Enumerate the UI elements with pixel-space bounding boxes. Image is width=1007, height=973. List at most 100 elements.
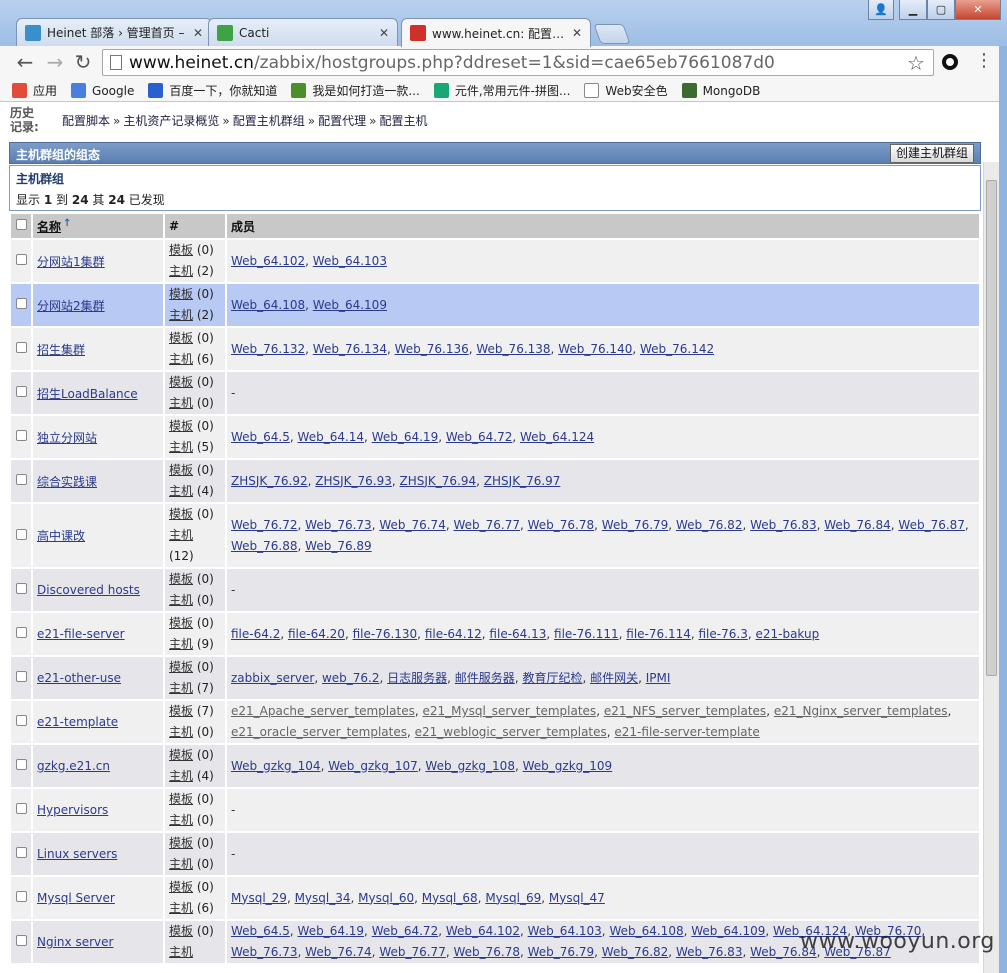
member-link[interactable]: Mysql_34 xyxy=(295,891,351,905)
member-link[interactable]: Web_64.102 xyxy=(446,924,520,938)
host-group-name-link[interactable]: Discovered hosts xyxy=(37,583,140,597)
row-checkbox[interactable] xyxy=(11,613,31,655)
templates-link[interactable]: 模板 xyxy=(169,616,193,630)
templates-link[interactable]: 模板 xyxy=(169,243,193,257)
row-checkbox[interactable] xyxy=(11,745,31,787)
templates-link[interactable]: 模板 xyxy=(169,792,193,806)
member-link[interactable]: 日志服务器 xyxy=(387,671,447,685)
host-group-name-link[interactable]: 分网站2集群 xyxy=(37,299,105,313)
member-link[interactable]: Web_64.5 xyxy=(231,430,290,444)
member-link[interactable]: Web_76.77 xyxy=(453,518,520,532)
member-link[interactable]: Web_76.83 xyxy=(750,518,817,532)
maximize-button[interactable]: ▢ xyxy=(927,0,955,20)
member-link[interactable]: file-76.111 xyxy=(554,627,619,641)
templates-link[interactable]: 模板 xyxy=(169,331,193,345)
hosts-link[interactable]: 主机 xyxy=(169,857,193,871)
member-link[interactable]: e21-bakup xyxy=(755,627,819,641)
create-host-group-button[interactable]: 创建主机群组 xyxy=(889,144,974,163)
templates-link[interactable]: 模板 xyxy=(169,287,193,301)
row-checkbox[interactable] xyxy=(11,877,31,919)
host-group-name-link[interactable]: 独立分网站 xyxy=(37,431,97,445)
tab-heinet[interactable]: Heinet 部落 › 管理首页 – ✕ xyxy=(16,18,212,46)
member-link[interactable]: e21_NFS_server_templates xyxy=(604,704,766,718)
host-group-name-link[interactable]: Linux servers xyxy=(37,847,117,861)
member-link[interactable]: Web_64.5 xyxy=(231,924,290,938)
member-link[interactable]: file-64.13 xyxy=(489,627,546,641)
menu-icon[interactable]: ⋮ xyxy=(975,51,993,71)
member-link[interactable]: Web_76.89 xyxy=(305,539,372,553)
member-link[interactable]: Web_76.136 xyxy=(395,342,469,356)
member-link[interactable]: Web_76.74 xyxy=(379,518,446,532)
member-link[interactable]: file-64.12 xyxy=(425,627,482,641)
hosts-link[interactable]: 主机 xyxy=(169,681,193,695)
member-link[interactable]: Web_gzkg_109 xyxy=(523,759,613,773)
templates-link[interactable]: 模板 xyxy=(169,375,193,389)
member-link[interactable]: ZHSJK_76.92 xyxy=(231,474,308,488)
member-link[interactable]: Web_76.73 xyxy=(305,518,372,532)
templates-link[interactable]: 模板 xyxy=(169,836,193,850)
hosts-link[interactable]: 主机 xyxy=(169,901,193,915)
member-link[interactable]: Web_76.132 xyxy=(231,342,305,356)
hosts-link[interactable]: 主机 xyxy=(169,813,193,827)
column-name-header[interactable]: 名称 ↑ xyxy=(33,214,163,238)
user-icon[interactable]: 👤 xyxy=(868,0,894,20)
row-checkbox[interactable] xyxy=(11,657,31,699)
breadcrumb-link[interactable]: 配置脚本 xyxy=(62,114,110,128)
bookmark-item[interactable]: MongoDB xyxy=(681,83,760,98)
host-group-name-link[interactable]: e21-template xyxy=(37,715,118,729)
hosts-link[interactable]: 主机 xyxy=(169,396,193,410)
member-link[interactable]: Mysql_60 xyxy=(358,891,414,905)
member-link[interactable]: Web_gzkg_108 xyxy=(425,759,515,773)
member-link[interactable]: Web_76.79 xyxy=(528,945,595,959)
hosts-link[interactable]: 主机 xyxy=(169,528,193,542)
member-link[interactable]: file-76.130 xyxy=(353,627,418,641)
row-checkbox[interactable] xyxy=(11,789,31,831)
member-link[interactable]: Web_gzkg_107 xyxy=(328,759,418,773)
bookmark-item[interactable]: 我是如何打造一款... xyxy=(291,82,420,99)
member-link[interactable]: Web_64.72 xyxy=(372,924,439,938)
extension-icon[interactable] xyxy=(942,54,958,70)
member-link[interactable]: Web_76.72 xyxy=(231,518,298,532)
row-checkbox[interactable] xyxy=(11,569,31,611)
host-group-name-link[interactable]: e21-file-server xyxy=(37,627,125,641)
member-link[interactable]: Mysql_47 xyxy=(549,891,605,905)
member-link[interactable]: Web_64.103 xyxy=(313,254,387,268)
member-link[interactable]: 邮件网关 xyxy=(590,671,638,685)
templates-link[interactable]: 模板 xyxy=(169,748,193,762)
row-checkbox[interactable] xyxy=(11,284,31,326)
member-link[interactable]: file-64.2 xyxy=(231,627,280,641)
templates-link[interactable]: 模板 xyxy=(169,924,193,938)
member-link[interactable]: 邮件服务器 xyxy=(455,671,515,685)
row-checkbox[interactable] xyxy=(11,833,31,875)
templates-link[interactable]: 模板 xyxy=(169,572,193,586)
bookmark-item[interactable]: 应用 xyxy=(12,82,57,99)
row-checkbox[interactable] xyxy=(11,328,31,370)
member-link[interactable]: Web_76.142 xyxy=(640,342,714,356)
hosts-link[interactable]: 主机 xyxy=(169,308,193,322)
member-link[interactable]: Web_64.14 xyxy=(298,430,365,444)
member-link[interactable]: Web_64.72 xyxy=(446,430,513,444)
hosts-link[interactable]: 主机 xyxy=(169,945,193,959)
member-link[interactable]: Web_64.124 xyxy=(520,430,594,444)
member-link[interactable]: ZHSJK_76.93 xyxy=(315,474,392,488)
member-link[interactable]: Web_76.77 xyxy=(379,945,446,959)
hosts-link[interactable]: 主机 xyxy=(169,593,193,607)
member-link[interactable]: Web_64.19 xyxy=(298,924,365,938)
hosts-link[interactable]: 主机 xyxy=(169,769,193,783)
row-checkbox[interactable] xyxy=(11,372,31,414)
vertical-scrollbar[interactable] xyxy=(983,162,999,973)
member-link[interactable]: Web_76.82 xyxy=(676,518,743,532)
hosts-link[interactable]: 主机 xyxy=(169,637,193,651)
member-link[interactable]: e21-file-server-template xyxy=(614,725,759,739)
member-link[interactable]: Web_76.84 xyxy=(824,518,891,532)
address-bar[interactable]: www.heinet.cn/zabbix/hostgroups.php?ddre… xyxy=(102,49,934,76)
row-checkbox[interactable] xyxy=(11,701,31,743)
row-checkbox[interactable] xyxy=(11,240,31,282)
member-link[interactable]: Web_gzkg_104 xyxy=(231,759,321,773)
close-tab-icon[interactable]: ✕ xyxy=(193,26,203,40)
back-icon[interactable]: ← xyxy=(14,51,36,73)
templates-link[interactable]: 模板 xyxy=(169,463,193,477)
bookmark-item[interactable]: Web安全色 xyxy=(584,82,668,99)
breadcrumb-link[interactable]: 主机资产记录概览 xyxy=(123,114,219,128)
close-tab-icon[interactable]: ✕ xyxy=(379,26,389,40)
